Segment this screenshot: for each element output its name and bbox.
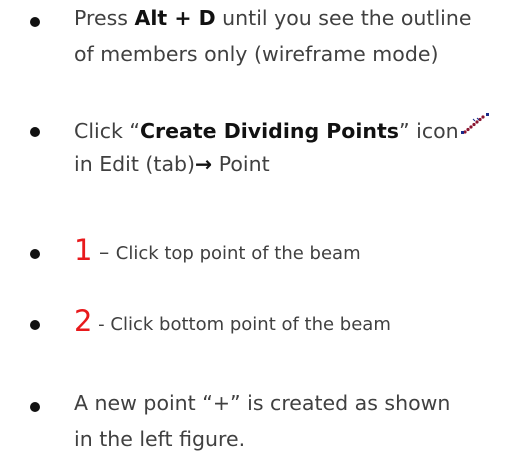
step-dash: –	[92, 240, 116, 264]
text-suffix: ” icon	[399, 119, 459, 143]
text-suffix: until you see the outline	[215, 6, 472, 30]
step-number: 1	[74, 233, 93, 267]
step-text: Click top point of the beam	[115, 243, 361, 264]
bullet-icon	[30, 249, 40, 259]
bullet-icon	[30, 17, 40, 27]
list-item-text: 1 – Click top point of the beam	[74, 232, 504, 272]
shortcut-key: Alt + D	[134, 6, 216, 30]
step-text: Click bottom point of the beam	[110, 314, 391, 335]
list-item-text: Click “Create Dividing Points” icon	[74, 110, 504, 149]
list-item-text: 2 - Click bottom point of the beam	[74, 303, 504, 343]
arrow-icon: →	[195, 152, 213, 176]
text-prefix: Click “	[74, 119, 140, 143]
instruction-list: Press Alt + D until you see the outline …	[0, 0, 509, 464]
list-item-text: A new point “+” is created as shown	[74, 391, 451, 415]
step-number: 2	[74, 304, 93, 338]
bullet-icon	[30, 402, 40, 412]
bullet-icon	[30, 320, 40, 330]
step-dash: -	[92, 314, 111, 335]
list-item-text-line2: in Edit (tab)→ Point	[74, 146, 504, 182]
list-item-text-line2: in the left figure.	[74, 427, 246, 451]
list-item-text-line2: of members only (wireframe mode)	[74, 42, 439, 66]
tab-path: in Edit (tab)	[74, 152, 196, 176]
text-prefix: Press	[74, 6, 135, 30]
bullet-icon	[30, 127, 40, 137]
create-dividing-points-icon	[460, 110, 493, 136]
list-item-text: Press Alt + D until you see the outline	[74, 0, 504, 36]
command-name: Create Dividing Points	[139, 119, 399, 143]
tab-path-target: Point	[212, 152, 270, 176]
